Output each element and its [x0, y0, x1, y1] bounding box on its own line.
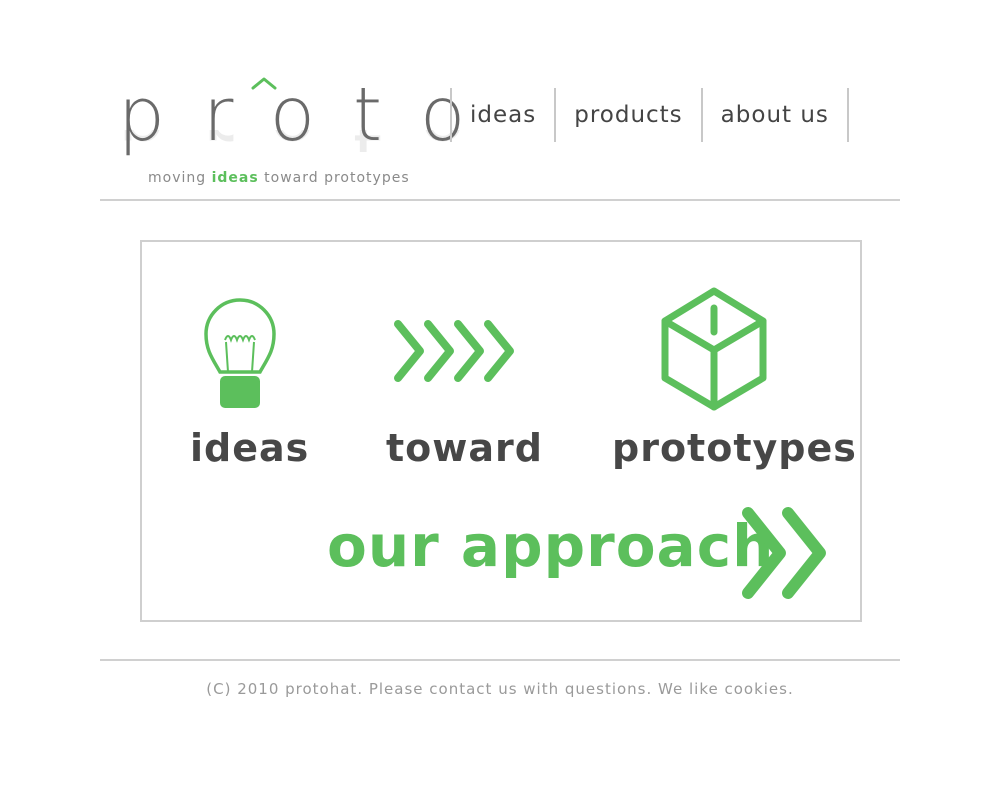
step-label-ideas: ideas — [190, 426, 310, 470]
nav-item-ideas[interactable]: ideas — [452, 88, 554, 142]
double-chevron-icon[interactable] — [738, 505, 830, 601]
tagline-pre: moving — [148, 170, 207, 186]
footer-divider — [100, 659, 900, 661]
nav-item-products[interactable]: products — [556, 88, 700, 142]
tagline: moving ideas toward prototypes — [148, 170, 410, 186]
header-divider — [100, 199, 900, 201]
site-logo[interactable]: proto proto — [118, 70, 503, 180]
step-label-prototypes: prototypes — [612, 426, 857, 470]
tagline-post: toward prototypes — [264, 170, 410, 186]
step-label-toward: toward — [386, 426, 543, 470]
footer-copyright: (C) 2010 protohat. Please contact us wit… — [206, 680, 794, 698]
chevrons-icon — [394, 320, 514, 382]
nav-item-about-us[interactable]: about us — [703, 88, 847, 142]
nav-divider — [846, 88, 849, 142]
hat-icon — [251, 77, 277, 90]
tagline-highlight: ideas — [211, 170, 259, 186]
box-icon — [661, 287, 767, 411]
our-approach-link[interactable]: our approach — [327, 512, 774, 580]
logo-reflection: proto — [118, 130, 503, 170]
main-nav: ideas products about us — [450, 88, 849, 142]
lightbulb-icon — [204, 298, 276, 408]
